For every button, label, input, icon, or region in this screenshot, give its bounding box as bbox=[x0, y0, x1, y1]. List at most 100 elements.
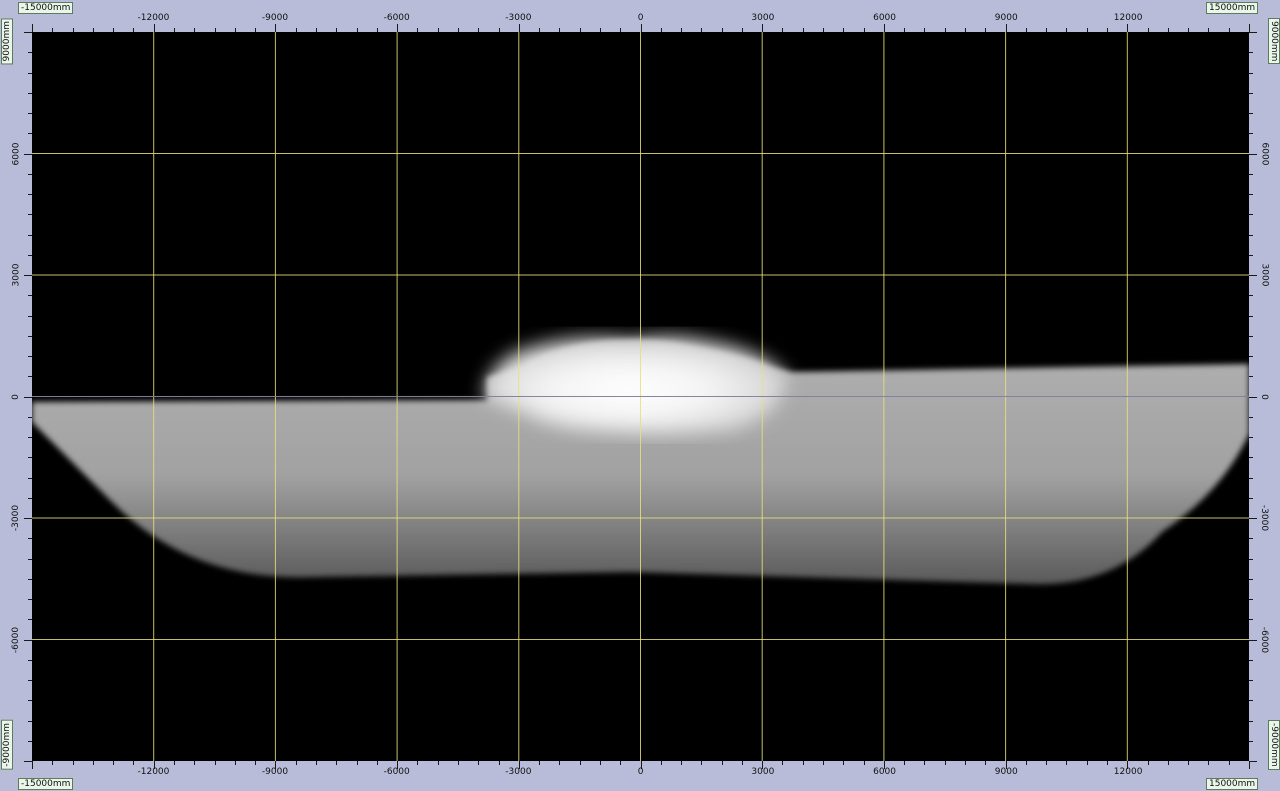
top-ruler-tick bbox=[904, 28, 906, 32]
right-ruler-tick bbox=[1249, 396, 1257, 398]
left-ruler-tick bbox=[28, 720, 32, 722]
bottom-ruler-label: 3000 bbox=[751, 767, 775, 777]
top-ruler-tick bbox=[620, 28, 622, 32]
left-ruler-tick bbox=[28, 376, 32, 378]
bottom-ruler-tick bbox=[863, 761, 865, 765]
bottom-ruler-tick bbox=[924, 761, 926, 765]
bottom-ruler-label: 0 bbox=[637, 767, 644, 777]
bottom-ruler-tick bbox=[721, 761, 723, 765]
right-ruler-tick bbox=[1249, 761, 1257, 762]
bottom-ruler-tick bbox=[539, 761, 541, 765]
top-ruler-tick bbox=[417, 28, 419, 32]
top-ruler-tick bbox=[397, 24, 399, 32]
right-ruler-tick bbox=[1249, 234, 1253, 236]
right-ruler-tick bbox=[1249, 680, 1253, 681]
left-ruler-tick bbox=[28, 497, 32, 499]
viewport-frame: -15000mm 15000mm -15000mm 15000mm 9000mm… bbox=[0, 0, 1280, 791]
render-viewport[interactable] bbox=[32, 32, 1249, 761]
top-ruler-tick bbox=[1005, 24, 1007, 32]
top-ruler-tick bbox=[802, 28, 804, 32]
left-ruler-tick bbox=[28, 133, 32, 135]
scene-svg bbox=[32, 32, 1249, 761]
top-ruler-tick bbox=[782, 28, 784, 32]
right-ruler-tick bbox=[1249, 558, 1253, 560]
top-ruler-label: -12000 bbox=[137, 13, 170, 23]
top-ruler-tick bbox=[579, 28, 581, 32]
left-ruler-tick bbox=[28, 437, 32, 438]
left-ruler-label: -6000 bbox=[10, 626, 21, 653]
bottom-ruler-tick bbox=[1066, 761, 1068, 765]
bottom-ruler-tick bbox=[802, 761, 804, 765]
top-ruler-label: 12000 bbox=[1113, 13, 1143, 23]
bottom-ruler-tick bbox=[741, 761, 743, 765]
right-ruler-tick bbox=[1249, 315, 1253, 317]
top-ruler-tick bbox=[1025, 28, 1027, 32]
top-ruler-tick bbox=[72, 28, 74, 32]
top-ruler-tick bbox=[985, 28, 987, 32]
top-ruler-tick bbox=[1208, 28, 1210, 32]
bottom-ruler-tick bbox=[295, 761, 297, 765]
top-ruler-tick bbox=[741, 28, 743, 32]
bottom-ruler-tick bbox=[498, 761, 500, 765]
top-ruler-tick bbox=[924, 28, 926, 32]
left-ruler-tick bbox=[28, 194, 32, 195]
top-ruler-tick bbox=[1127, 24, 1129, 32]
left-ruler-tick bbox=[28, 700, 32, 702]
top-ruler-label: 6000 bbox=[873, 13, 896, 23]
bottom-ruler-label: 9000 bbox=[994, 767, 1018, 777]
left-ruler-tick bbox=[28, 335, 32, 337]
right-ruler-tick bbox=[1249, 335, 1253, 337]
top-ruler-tick bbox=[721, 28, 723, 32]
top-ruler-label: -3000 bbox=[505, 13, 532, 23]
left-top-range-label: 9000mm bbox=[1, 18, 13, 65]
bottom-ruler-tick bbox=[356, 761, 358, 765]
right-ruler-tick bbox=[1249, 639, 1257, 641]
right-ruler-label: 3000 bbox=[1259, 263, 1270, 287]
bottom-ruler-tick bbox=[904, 761, 906, 765]
left-ruler-tick bbox=[28, 558, 32, 560]
bottom-ruler-tick bbox=[1249, 761, 1250, 769]
right-ruler-tick bbox=[1249, 599, 1253, 600]
right-ruler-tick bbox=[1249, 457, 1253, 459]
left-ruler-tick bbox=[28, 599, 32, 600]
top-ruler-tick bbox=[133, 28, 135, 32]
bottom-ruler-tick bbox=[843, 761, 845, 765]
bottom-ruler-tick bbox=[620, 761, 622, 765]
right-ruler-tick bbox=[1249, 32, 1257, 33]
left-ruler-tick bbox=[28, 578, 32, 580]
right-ruler-tick bbox=[1249, 153, 1257, 155]
top-ruler-tick bbox=[92, 28, 94, 32]
left-ruler-tick bbox=[28, 173, 32, 175]
top-ruler-tick bbox=[336, 28, 338, 32]
right-ruler-tick bbox=[1249, 518, 1257, 519]
bottom-ruler-tick bbox=[315, 761, 317, 765]
right-ruler-tick bbox=[1249, 356, 1253, 357]
top-right-range-label: 15000mm bbox=[1206, 2, 1259, 14]
top-ruler-tick bbox=[498, 28, 500, 32]
right-ruler-tick bbox=[1249, 437, 1253, 438]
top-ruler-tick bbox=[255, 28, 257, 32]
right-ruler-tick bbox=[1249, 659, 1253, 661]
bottom-ruler-tick bbox=[944, 761, 946, 765]
top-ruler-tick bbox=[1086, 28, 1088, 32]
top-ruler-tick bbox=[234, 28, 236, 32]
top-ruler-tick bbox=[214, 28, 216, 32]
top-ruler-label: 9000 bbox=[994, 13, 1018, 23]
bottom-ruler-label: -6000 bbox=[383, 767, 410, 777]
left-ruler-tick bbox=[28, 659, 32, 661]
bottom-ruler-tick bbox=[823, 761, 825, 765]
top-ruler-tick bbox=[701, 28, 703, 32]
bottom-ruler-tick bbox=[457, 761, 459, 765]
right-ruler-tick bbox=[1249, 52, 1253, 54]
left-bottom-range-label: -9000mm bbox=[1, 720, 13, 770]
bottom-ruler-tick bbox=[599, 761, 601, 765]
top-ruler-tick bbox=[762, 24, 764, 32]
right-ruler-tick bbox=[1249, 194, 1253, 195]
bottom-ruler-tick bbox=[579, 761, 581, 765]
right-ruler-tick bbox=[1249, 133, 1253, 135]
top-ruler-tick bbox=[1249, 24, 1250, 32]
top-ruler-tick bbox=[944, 28, 946, 32]
right-ruler-tick bbox=[1249, 113, 1253, 114]
top-ruler-tick bbox=[1046, 28, 1048, 32]
left-ruler-tick bbox=[24, 32, 32, 33]
